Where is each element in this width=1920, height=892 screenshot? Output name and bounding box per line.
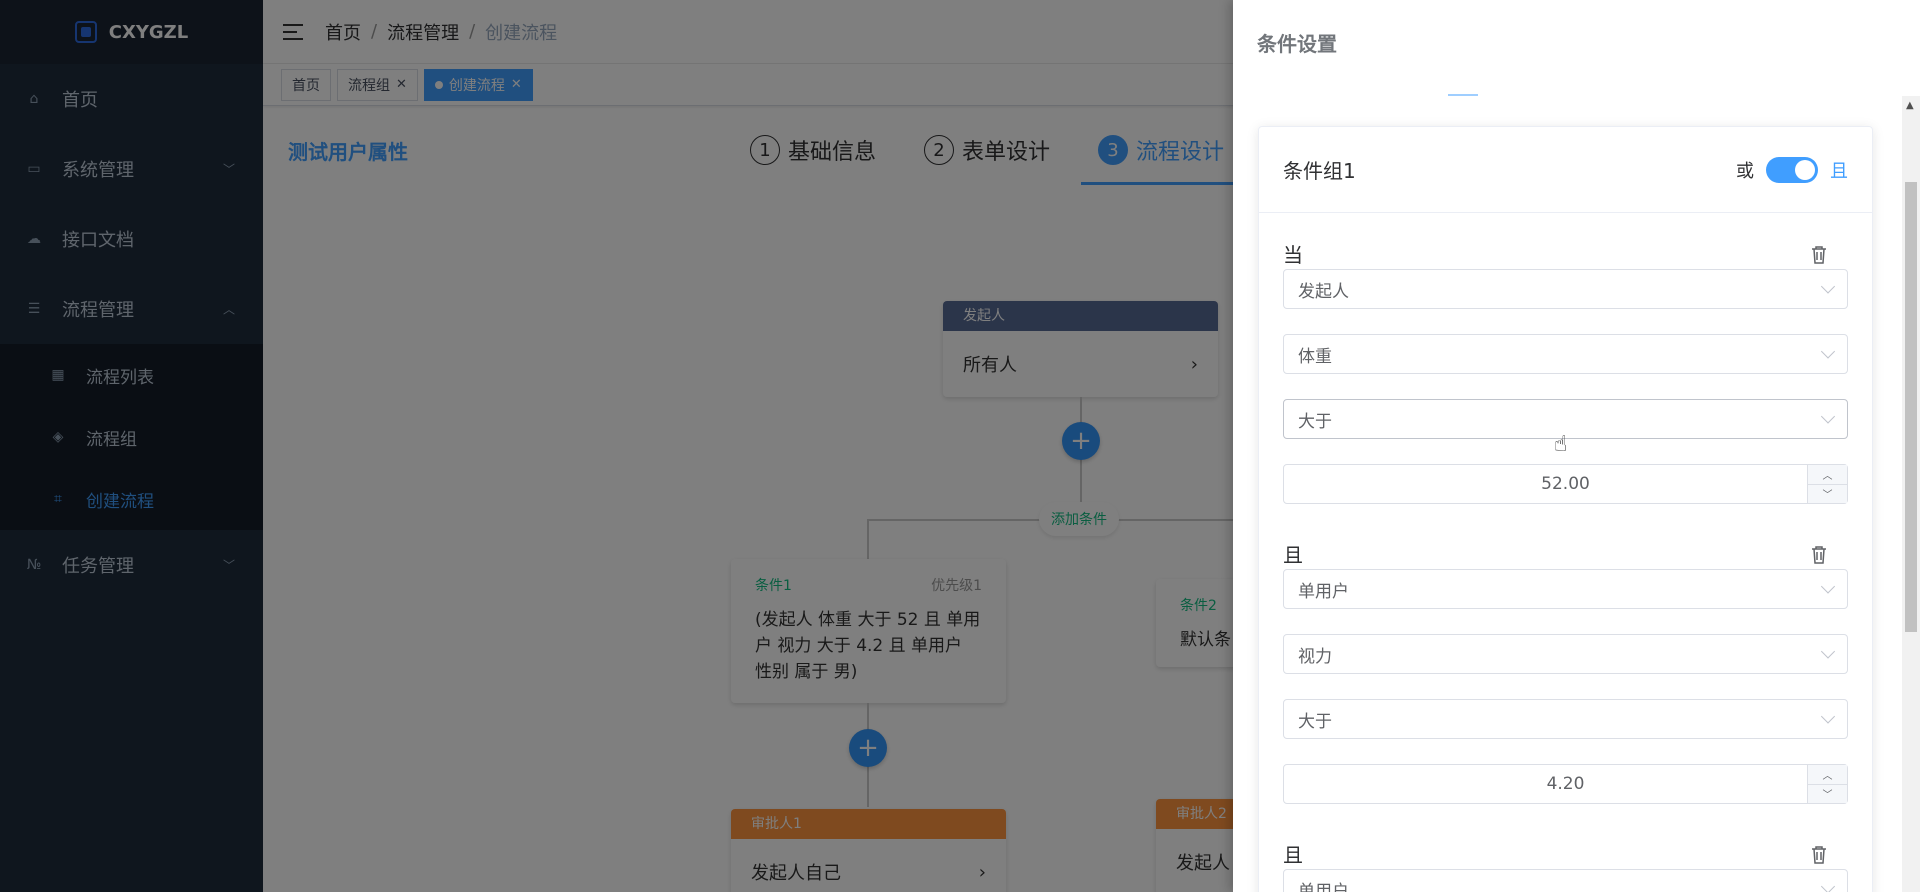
rule-operator-select[interactable]: 大于	[1283, 699, 1848, 739]
rule-value-input[interactable]: 4.20 ︿ ﹀	[1283, 764, 1848, 804]
chevron-down-icon	[1820, 709, 1836, 724]
scroll-up-icon[interactable]: ▲	[1906, 100, 1914, 111]
number-value: 52.00	[1541, 474, 1590, 494]
chevron-down-icon	[1820, 279, 1836, 294]
select-value: 单用户	[1298, 581, 1349, 602]
select-value: 大于	[1298, 711, 1332, 732]
chevron-down-icon	[1820, 644, 1836, 659]
drawer-body: 条件组1 或 且 当 发起人 体重 大于 52.00 ︿ ﹀ 且 单用户 视力 …	[1233, 96, 1920, 892]
chevron-down-icon	[1820, 344, 1836, 359]
switch-on-label: 且	[1830, 160, 1848, 182]
trash-icon[interactable]	[1810, 545, 1828, 565]
rule-field-select[interactable]: 单用户	[1283, 869, 1848, 892]
condition-rule-2: 且 单用户 视力 大于 4.20 ︿ ﹀	[1283, 539, 1848, 804]
rule-attribute-select[interactable]: 体重	[1283, 334, 1848, 374]
increase-icon[interactable]: ︿	[1808, 765, 1847, 785]
condition-group-card: 条件组1 或 且 当 发起人 体重 大于 52.00 ︿ ﹀ 且 单用户 视力 …	[1258, 126, 1873, 892]
rule-field-select[interactable]: 发起人	[1283, 269, 1848, 309]
scrollbar-thumb[interactable]	[1905, 182, 1917, 632]
and-or-switch-wrap: 或 且	[1736, 156, 1848, 183]
chevron-down-icon	[1820, 579, 1836, 594]
trash-icon[interactable]	[1810, 245, 1828, 265]
decrease-icon[interactable]: ﹀	[1808, 785, 1847, 804]
rule-value-input[interactable]: 52.00 ︿ ﹀	[1283, 464, 1848, 504]
drawer-scrollbar[interactable]: ▲	[1902, 96, 1920, 892]
rule-label: 且	[1283, 843, 1303, 867]
condition-group-title: 条件组1	[1283, 159, 1356, 183]
condition-group-header: 条件组1 或 且	[1259, 127, 1872, 213]
rule-label: 当	[1283, 243, 1303, 267]
select-value: 单用户	[1298, 881, 1349, 892]
select-value: 发起人	[1298, 281, 1349, 302]
chevron-down-icon	[1820, 879, 1836, 892]
rule-field-select[interactable]: 单用户	[1283, 569, 1848, 609]
decrease-icon[interactable]: ﹀	[1808, 485, 1847, 504]
select-value: 视力	[1298, 646, 1332, 667]
increase-icon[interactable]: ︿	[1808, 465, 1847, 485]
app-root: CXYGZL ⌂ 首页 ▭ 系统管理 ﹀ ☁ 接口文档 ☰ 流程管理 ︿ ▦ 流…	[0, 0, 1920, 892]
condition-rule-1: 当 发起人 体重 大于 52.00 ︿ ﹀	[1283, 239, 1848, 504]
switch-off-label: 或	[1736, 160, 1754, 182]
condition-rule-3: 且 单用户	[1283, 839, 1848, 892]
rule-label: 且	[1283, 543, 1303, 567]
and-or-switch[interactable]	[1766, 156, 1818, 183]
condition-drawer: 条件设置 条件组1 或 且 当 发起人 体重 大于 52.00 ︿ ﹀ 且 单用…	[1233, 0, 1920, 892]
number-value: 4.20	[1546, 774, 1585, 794]
drawer-title: 条件设置	[1257, 32, 1337, 56]
chevron-down-icon	[1820, 409, 1836, 424]
rule-attribute-select[interactable]: 视力	[1283, 634, 1848, 674]
trash-icon[interactable]	[1810, 845, 1828, 865]
hand-cursor-icon: ☝	[1554, 432, 1568, 457]
select-value: 大于	[1298, 411, 1332, 432]
select-value: 体重	[1298, 346, 1332, 367]
